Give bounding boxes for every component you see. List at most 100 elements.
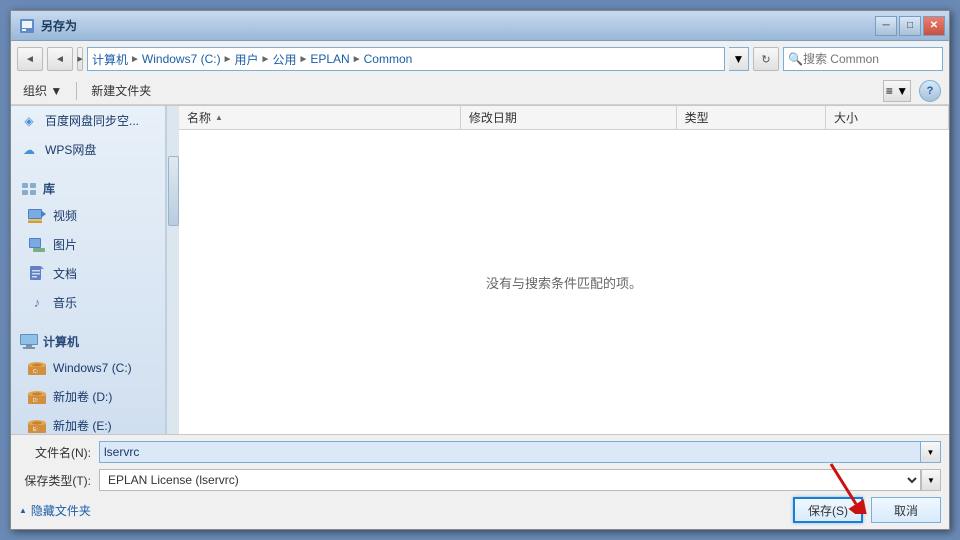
music-icon: ♪	[27, 295, 47, 311]
svg-text:D:: D:	[33, 398, 38, 404]
toolbar-row: 组织 ▼ 新建文件夹 ≡ ▼ ?	[11, 77, 949, 105]
sidebar-item-baidu[interactable]: ◈ 百度网盘同步空...	[11, 106, 165, 135]
col-date-label: 修改日期	[469, 109, 517, 126]
section-computer: 计算机	[11, 325, 165, 354]
col-name-label: 名称	[187, 109, 211, 126]
cancel-button[interactable]: 取消	[871, 497, 941, 523]
drive-c-icon: C:	[27, 360, 47, 376]
view-icon: ≡ ▼	[886, 84, 908, 98]
title-bar: 另存为 ─ □ ✕	[11, 11, 949, 41]
computer-section-label: 计算机	[43, 333, 79, 350]
save-label: 保存(S)	[808, 502, 848, 519]
cancel-label: 取消	[894, 502, 918, 519]
video-icon	[27, 208, 47, 224]
search-input[interactable]	[803, 52, 958, 66]
folder-up-icon[interactable]: ▶	[77, 47, 83, 71]
sidebar: ◈ 百度网盘同步空... ☁ WPS网盘 库	[11, 106, 166, 434]
action-buttons: 保存(S)	[793, 497, 941, 523]
filetype-dropdown[interactable]: ▼	[921, 469, 941, 491]
file-list-body: 没有与搜索条件匹配的项。	[179, 130, 949, 434]
col-size-label: 大小	[834, 109, 858, 126]
sidebar-scrollbar[interactable]	[166, 106, 179, 434]
new-folder-button[interactable]: 新建文件夹	[87, 80, 155, 101]
wps-icon: ☁	[19, 142, 39, 158]
dialog-icon	[19, 18, 35, 34]
refresh-button[interactable]: ↻	[753, 47, 779, 71]
bottom-buttons-row: ▲ 隐藏文件夹 保存(S)	[19, 497, 941, 523]
col-header-date[interactable]: 修改日期	[461, 106, 677, 129]
sidebar-item-images[interactable]: 图片	[11, 230, 165, 259]
filename-row: 文件名(N): ▼	[19, 441, 941, 463]
sidebar-docs-label: 文档	[53, 265, 77, 282]
drive-e-icon: E:	[27, 418, 47, 434]
sidebar-item-docs[interactable]: 文档	[11, 259, 165, 288]
breadcrumb-eplan[interactable]: EPLAN	[310, 52, 349, 66]
svg-text:C:: C:	[33, 369, 38, 375]
nav-bar: ◄ ◄ ▶ 计算机 ► Windows7 (C:) ► 用户 ► 公用 ► EP…	[11, 41, 949, 77]
view-button[interactable]: ≡ ▼	[883, 80, 911, 102]
file-list-header: 名称 ▲ 修改日期 类型 大小	[179, 106, 949, 130]
search-icon: 🔍	[788, 51, 803, 67]
library-label: 库	[43, 180, 55, 197]
breadcrumb-users[interactable]: 用户	[235, 51, 259, 68]
filetype-select[interactable]: EPLAN License (lservrc)	[99, 469, 921, 491]
filetype-row: 保存类型(T): EPLAN License (lservrc) ▼	[19, 469, 941, 491]
col-header-name[interactable]: 名称 ▲	[179, 106, 461, 129]
col-header-type[interactable]: 类型	[677, 106, 826, 129]
breadcrumb-common[interactable]: Common	[364, 52, 413, 66]
col-type-label: 类型	[685, 109, 709, 126]
sidebar-scrollbar-thumb	[168, 156, 179, 226]
dialog-title: 另存为	[41, 17, 77, 34]
col-header-size[interactable]: 大小	[826, 106, 949, 129]
filename-input[interactable]	[99, 441, 921, 463]
save-btn-container: 保存(S)	[793, 497, 863, 523]
sidebar-images-label: 图片	[53, 236, 77, 253]
help-button[interactable]: ?	[919, 80, 941, 102]
drive-d-icon: D:	[27, 389, 47, 405]
save-button[interactable]: 保存(S)	[793, 497, 863, 523]
library-icon	[19, 181, 39, 197]
svg-text:E:: E:	[33, 427, 38, 433]
sidebar-item-music[interactable]: ♪ 音乐	[11, 288, 165, 317]
sidebar-item-drive-e[interactable]: E: 新加卷 (E:)	[11, 411, 165, 434]
separator	[76, 82, 77, 100]
content-area: ◈ 百度网盘同步空... ☁ WPS网盘 库	[11, 106, 949, 434]
file-list-area: 名称 ▲ 修改日期 类型 大小 没有与搜索条件匹配的项。	[179, 106, 949, 434]
computer-icon	[19, 334, 39, 350]
back-button2[interactable]: ◄	[47, 47, 73, 71]
organize-button[interactable]: 组织 ▼	[19, 80, 66, 101]
sidebar-windows7-label: Windows7 (C:)	[53, 361, 132, 375]
filetype-label: 保存类型(T):	[19, 472, 99, 489]
bottom-area: 文件名(N): ▼ 保存类型(T): EPLAN License (lservr…	[11, 434, 949, 529]
images-icon	[27, 237, 47, 253]
sidebar-drive-d-label: 新加卷 (D:)	[53, 388, 112, 405]
filename-dropdown[interactable]: ▼	[921, 441, 941, 463]
sidebar-drive-e-label: 新加卷 (E:)	[53, 417, 112, 434]
sort-arrow-icon: ▲	[215, 113, 223, 122]
breadcrumb-windows7[interactable]: Windows7 (C:)	[142, 52, 221, 66]
maximize-button[interactable]: □	[899, 16, 921, 36]
filename-label: 文件名(N):	[19, 444, 99, 461]
toolbar-area: ◄ ◄ ▶ 计算机 ► Windows7 (C:) ► 用户 ► 公用 ► EP…	[11, 41, 949, 106]
save-as-dialog: 另存为 ─ □ ✕ ◄ ◄ ▶ 计算机 ► Windows7 (C:) ► 用户…	[10, 10, 950, 530]
sidebar-wps-label: WPS网盘	[45, 141, 96, 158]
sidebar-item-wps[interactable]: ☁ WPS网盘	[11, 135, 165, 164]
sidebar-baidu-label: 百度网盘同步空...	[45, 112, 139, 129]
sidebar-item-windows7[interactable]: C: Windows7 (C:)	[11, 354, 165, 382]
back-button[interactable]: ◄	[17, 47, 43, 71]
minimize-button[interactable]: ─	[875, 16, 897, 36]
triangle-icon: ▲	[19, 506, 27, 515]
address-dropdown[interactable]: ▼	[729, 47, 749, 71]
breadcrumb-computer[interactable]: 计算机	[92, 51, 128, 68]
baidu-icon: ◈	[19, 113, 39, 129]
sidebar-item-video[interactable]: 视频	[11, 201, 165, 230]
title-buttons: ─ □ ✕	[875, 16, 945, 36]
breadcrumb-public[interactable]: 公用	[272, 51, 296, 68]
sidebar-video-label: 视频	[53, 207, 77, 224]
sidebar-item-drive-d[interactable]: D: 新加卷 (D:)	[11, 382, 165, 411]
hide-folders-button[interactable]: ▲ 隐藏文件夹	[19, 502, 91, 519]
section-library: 库	[11, 172, 165, 201]
close-button[interactable]: ✕	[923, 16, 945, 36]
hide-folders-label: 隐藏文件夹	[31, 502, 91, 519]
sidebar-music-label: 音乐	[53, 294, 77, 311]
